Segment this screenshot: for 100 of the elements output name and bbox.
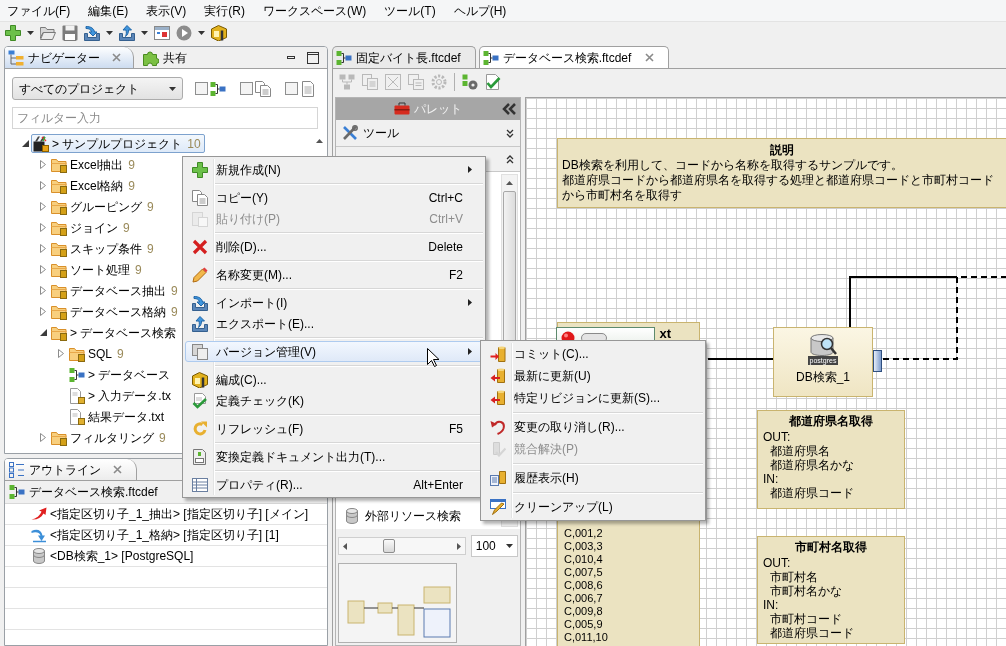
menu-item[interactable]: インポート(I) [185, 292, 483, 313]
dropdown-caret-icon[interactable] [141, 31, 148, 35]
outline-root-item[interactable]: データベース検索.ftcdef [9, 483, 158, 501]
menu-item[interactable]: 特定リビジョンに更新(S)... [483, 387, 703, 409]
import-icon[interactable] [84, 25, 100, 41]
menu-item[interactable]: 変換定義ドキュメント出力(T)... [185, 446, 483, 467]
tree-item[interactable]: グルーピング 9 [49, 197, 158, 216]
export-icon[interactable] [119, 25, 135, 41]
flow-diagram-icon[interactable] [210, 80, 226, 97]
checkbox-icon[interactable] [195, 82, 208, 95]
dropdown-caret-icon[interactable] [506, 544, 513, 548]
diagram-overview-drawing[interactable] [338, 563, 457, 643]
checkbox-icon[interactable] [240, 82, 253, 95]
right-arrow-icon[interactable] [456, 542, 461, 550]
scroll-up-arrow-icon[interactable] [316, 139, 323, 143]
note-text: IN: [763, 598, 780, 612]
menu-item[interactable]: コミット(C)... [483, 343, 703, 365]
tree-item[interactable]: 結果データ.txt [67, 407, 168, 426]
menu-title[interactable]: 表示(V) [142, 1, 191, 20]
menu-title[interactable]: ヘルプ(H) [449, 1, 511, 20]
collapsed-arrow-icon[interactable] [40, 286, 46, 295]
tree-item[interactable]: Excel抽出 9 [49, 155, 140, 174]
expanded-arrow-icon[interactable] [39, 329, 47, 336]
dropdown-caret-icon[interactable] [169, 86, 176, 91]
close-icon[interactable] [645, 53, 655, 62]
collapsed-arrow-icon[interactable] [40, 202, 46, 211]
collapsed-arrow-icon[interactable] [58, 349, 64, 358]
tree-item[interactable]: スキップ条件 9 [49, 239, 158, 258]
palette-drawer[interactable]: ツール [336, 120, 520, 147]
menu-item[interactable]: 新規作成(N) [185, 159, 483, 180]
project-scope-dropdown[interactable]: すべてのプロジェクト [12, 77, 183, 100]
menu-item[interactable]: 編成(C)... [185, 369, 483, 390]
menu-item[interactable]: プロパティ(R)... Alt+Enter [185, 474, 483, 495]
slider-thumb[interactable] [383, 539, 396, 553]
note-text: IN: [763, 472, 780, 486]
tree-item[interactable]: > データベース [67, 365, 175, 384]
menu-item[interactable]: 削除(D)... Delete [185, 236, 483, 257]
folder-icon[interactable] [40, 25, 56, 41]
menu-item[interactable]: エクスポート(E)... [185, 313, 483, 334]
menu-item[interactable]: 定義チェック(K) [185, 390, 483, 411]
filter-input[interactable]: フィルター入力 [12, 107, 318, 129]
outline-item[interactable]: <DB検索_1> [PostgreSQL] [31, 547, 194, 565]
tree-item[interactable]: フィルタリング 9 [49, 428, 170, 447]
dropdown-caret-icon[interactable] [106, 31, 113, 35]
editor-tab[interactable]: 固定バイト長.ftcdef [332, 46, 476, 68]
menu-item[interactable]: コピー(Y) Ctrl+C [185, 187, 483, 208]
copy-icon[interactable] [255, 80, 271, 97]
collapsed-arrow-icon[interactable] [40, 160, 46, 169]
run-icon[interactable] [176, 25, 192, 41]
save-icon[interactable] [62, 25, 78, 41]
left-arrow-icon[interactable] [343, 542, 347, 550]
collapsed-arrow-icon[interactable] [40, 181, 46, 190]
window-icon[interactable] [154, 25, 170, 41]
tree-item[interactable]: データベース格納 9 [49, 302, 182, 321]
menu-item[interactable]: 変更の取り消し(R)... [483, 416, 703, 438]
collapse-icon[interactable] [502, 103, 516, 115]
document-icon[interactable] [300, 80, 316, 97]
flow-gear-icon[interactable] [462, 74, 478, 90]
tree-item[interactable]: Excel格納 9 [49, 176, 140, 195]
outline-item[interactable]: <指定区切り子_1_抽出> [指定区切り子] [メイン] [31, 505, 309, 523]
tree-item[interactable]: > サンプルプロジェクト 10 [31, 134, 205, 153]
dropdown-caret-icon[interactable] [198, 31, 205, 35]
menu-item[interactable]: リフレッシュ(F) F5 [185, 418, 483, 439]
checkbox-icon[interactable] [285, 82, 298, 95]
plus-icon[interactable] [5, 25, 21, 41]
tree-item[interactable]: ソート処理 9 [49, 260, 146, 279]
collapsed-arrow-icon[interactable] [40, 307, 46, 316]
menu-title[interactable]: ツール(T) [380, 1, 440, 20]
scroll-up-arrow-icon[interactable] [506, 181, 513, 185]
menu-title[interactable]: 編集(E) [84, 1, 133, 20]
menu-title[interactable]: 実行(R) [200, 1, 249, 20]
maximize-icon[interactable] [307, 52, 319, 64]
collapsed-arrow-icon[interactable] [40, 244, 46, 253]
expanded-arrow-icon[interactable] [21, 140, 29, 147]
view-tab[interactable]: アウトライン [5, 459, 137, 480]
menu-title[interactable]: ワークスペース(W) [259, 1, 371, 20]
package-icon[interactable] [211, 25, 227, 41]
close-icon[interactable] [113, 465, 122, 474]
tree-item[interactable]: > データベース検索 [49, 323, 181, 342]
dropdown-caret-icon[interactable] [27, 31, 34, 35]
tree-item[interactable]: SQL 9 [67, 344, 128, 363]
tree-item[interactable]: > 入力データ.tx [67, 386, 175, 405]
menu-item[interactable]: 名称変更(M)... F2 [185, 264, 483, 285]
editor-tab[interactable]: データベース検索.ftcdef [478, 46, 670, 68]
tree-item[interactable]: ジョイン 9 [49, 218, 134, 237]
tree-item[interactable]: データベース抽出 9 [49, 281, 182, 300]
menu-title[interactable]: ファイル(F) [3, 1, 75, 20]
collapsed-arrow-icon[interactable] [40, 265, 46, 274]
view-tab[interactable]: 共有 [140, 47, 195, 68]
collapsed-arrow-icon[interactable] [40, 223, 46, 232]
slider-track[interactable] [338, 537, 466, 555]
menu-item[interactable]: 履歴表示(H) [483, 467, 703, 489]
checked-document-icon[interactable] [485, 74, 501, 90]
menu-item[interactable]: バージョン管理(V) [185, 341, 483, 362]
close-icon[interactable] [112, 53, 121, 62]
collapsed-arrow-icon[interactable] [40, 433, 46, 442]
menu-item[interactable]: 最新に更新(U) [483, 365, 703, 387]
view-tab[interactable]: ナビゲーター [5, 47, 134, 68]
zoom-dropdown[interactable]: 100 [470, 535, 518, 557]
outline-item[interactable]: <指定区切り子_1_格納> [指定区切り子] [1] [31, 526, 279, 544]
